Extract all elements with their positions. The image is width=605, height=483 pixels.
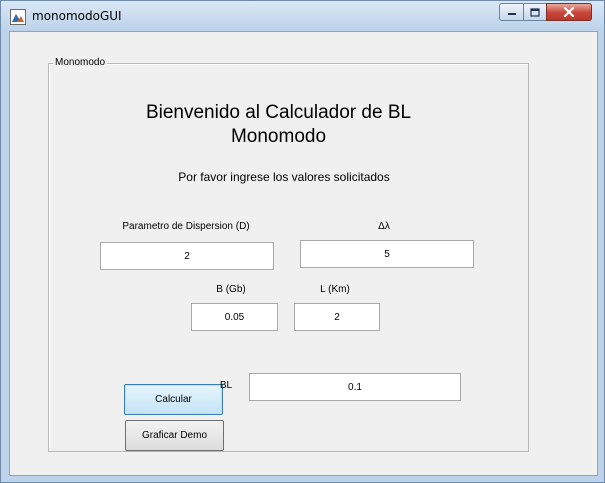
bl-result-field[interactable]: 0.1: [249, 373, 461, 401]
minimize-icon: [507, 13, 516, 15]
panel-legend: Monomodo: [53, 57, 108, 68]
l-label: L (Km): [320, 284, 350, 295]
maximize-icon: [530, 7, 540, 17]
dispersion-label: Parametro de Dispersion (D): [122, 221, 250, 232]
l-field[interactable]: 2: [294, 303, 380, 331]
b-field[interactable]: 0.05: [191, 303, 278, 331]
title-bar[interactable]: monomodoGUI: [1, 1, 604, 31]
bl-label: BL: [219, 380, 233, 391]
window-title: monomodoGUI: [32, 9, 122, 23]
graph-demo-button[interactable]: Graficar Demo: [125, 420, 224, 451]
maximize-button[interactable]: [523, 3, 547, 21]
close-icon: [563, 7, 575, 17]
matlab-figure-icon: [10, 9, 26, 25]
b-label: B (Gb): [216, 284, 246, 295]
delta-lambda-field[interactable]: 5: [300, 240, 474, 268]
minimize-button[interactable]: [499, 3, 524, 21]
app-window: monomodoGUI Monomodo Bienvenido al Calcu…: [0, 0, 605, 483]
figure-area: Monomodo Bienvenido al Calculador de BL …: [9, 31, 598, 476]
heading-line-2: Monomodo: [230, 126, 327, 147]
monomodo-panel: Monomodo Bienvenido al Calculador de BL …: [48, 57, 529, 452]
instruction-text: Por favor ingrese los valores solicitado…: [178, 170, 390, 184]
delta-lambda-label: Δλ: [378, 221, 390, 232]
calculate-button[interactable]: Calcular: [124, 384, 223, 415]
close-button[interactable]: [546, 3, 592, 21]
heading-line-1: Bienvenido al Calculador de BL: [145, 102, 412, 123]
dispersion-field[interactable]: 2: [100, 242, 274, 270]
